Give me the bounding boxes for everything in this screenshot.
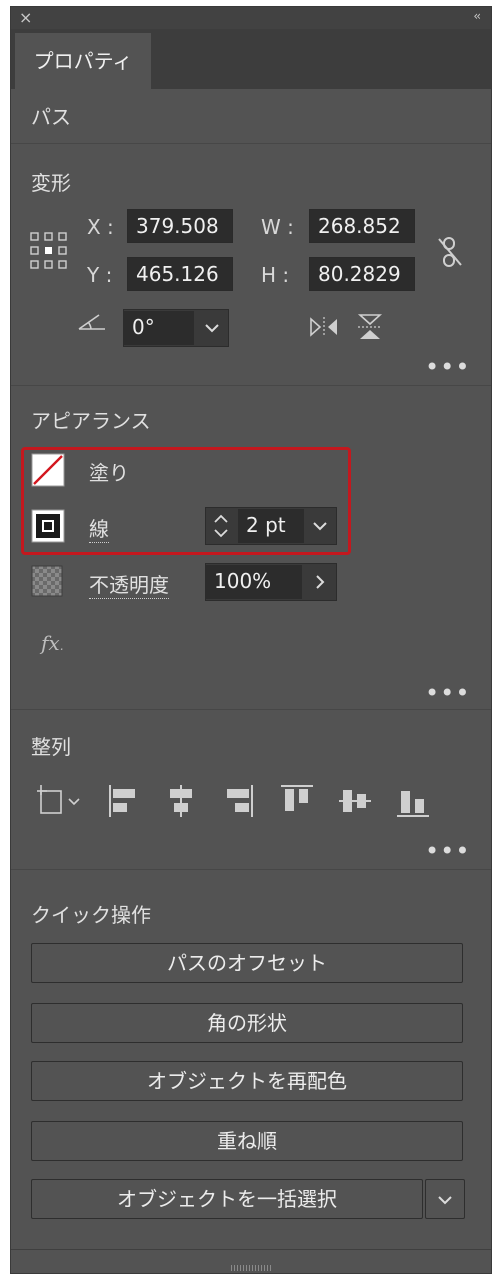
section-appearance-title: アピアランス bbox=[31, 409, 151, 433]
highlight-frame bbox=[21, 447, 351, 555]
select-same-dropdown-button[interactable] bbox=[425, 1179, 465, 1219]
chevron-down-icon[interactable] bbox=[437, 1194, 453, 1206]
tab-properties[interactable]: プロパティ bbox=[15, 33, 151, 89]
reference-point-icon[interactable] bbox=[29, 231, 69, 271]
appearance-more-options-button[interactable]: ••• bbox=[425, 681, 470, 705]
x-input[interactable]: 379.508 bbox=[127, 209, 233, 243]
align-right-icon[interactable] bbox=[223, 783, 255, 819]
rotate-angle-icon bbox=[78, 314, 105, 330]
bottom-divider bbox=[11, 1249, 491, 1250]
panel-title-bar: × ‹‹ bbox=[11, 7, 491, 29]
opacity-checker-icon bbox=[31, 565, 63, 597]
chevron-right-icon[interactable] bbox=[314, 574, 326, 590]
corner-shape-button[interactable]: 角の形状 bbox=[31, 1003, 463, 1043]
align-horizontal-center-icon[interactable] bbox=[165, 783, 197, 819]
w-label: W : bbox=[261, 215, 294, 239]
collapse-icon[interactable]: ‹‹ bbox=[473, 9, 480, 23]
align-top-icon[interactable] bbox=[279, 783, 315, 819]
resize-grip-icon[interactable] bbox=[231, 1265, 271, 1271]
recolor-artwork-button[interactable]: オブジェクトを再配色 bbox=[31, 1061, 463, 1101]
opacity-control[interactable]: 100% bbox=[205, 563, 337, 601]
chevron-down-icon[interactable] bbox=[204, 322, 220, 334]
align-bottom-icon[interactable] bbox=[395, 783, 431, 819]
x-label: X : bbox=[87, 215, 114, 239]
align-more-options-button[interactable]: ••• bbox=[425, 839, 470, 863]
w-input[interactable]: 268.852 bbox=[309, 209, 415, 243]
flip-horizontal-icon[interactable] bbox=[309, 315, 339, 339]
select-same-objects-button[interactable]: オブジェクトを一括選択 bbox=[31, 1179, 423, 1219]
y-label: Y : bbox=[87, 263, 113, 287]
close-icon[interactable]: × bbox=[19, 8, 32, 27]
offset-path-button[interactable]: パスのオフセット bbox=[31, 943, 463, 983]
align-to-dropdown-icon[interactable] bbox=[35, 783, 87, 819]
y-input[interactable]: 465.126 bbox=[127, 257, 233, 291]
divider bbox=[11, 143, 491, 144]
transform-more-options-button[interactable]: ••• bbox=[425, 355, 470, 379]
section-quick-actions-title: クイック操作 bbox=[31, 903, 151, 927]
properties-panel: × ‹‹ プロパティ パス 変形 X : 379.508 W : 268.852… bbox=[10, 6, 492, 1274]
section-path-title: パス bbox=[31, 105, 71, 129]
h-label: H : bbox=[261, 263, 290, 287]
divider bbox=[11, 709, 491, 710]
rotate-angle-input[interactable]: 0° bbox=[124, 311, 194, 345]
opacity-label[interactable]: 不透明度 bbox=[89, 569, 169, 599]
constrain-proportions-icon[interactable] bbox=[437, 235, 463, 269]
align-vertical-center-icon[interactable] bbox=[337, 783, 373, 819]
opacity-input[interactable]: 100% bbox=[206, 565, 302, 599]
divider bbox=[11, 385, 491, 386]
fx-label: fx bbox=[41, 631, 60, 655]
flip-vertical-icon[interactable] bbox=[357, 313, 383, 341]
rotate-angle-dropdown[interactable]: 0° bbox=[123, 309, 229, 347]
arrange-button[interactable]: 重ね順 bbox=[31, 1121, 463, 1161]
fx-icon[interactable]: fx. bbox=[41, 631, 64, 655]
h-input[interactable]: 80.2829 bbox=[309, 257, 415, 291]
divider bbox=[11, 869, 491, 870]
align-left-icon[interactable] bbox=[107, 783, 139, 819]
section-transform-title: 変形 bbox=[31, 171, 71, 195]
section-align-title: 整列 bbox=[31, 735, 71, 759]
